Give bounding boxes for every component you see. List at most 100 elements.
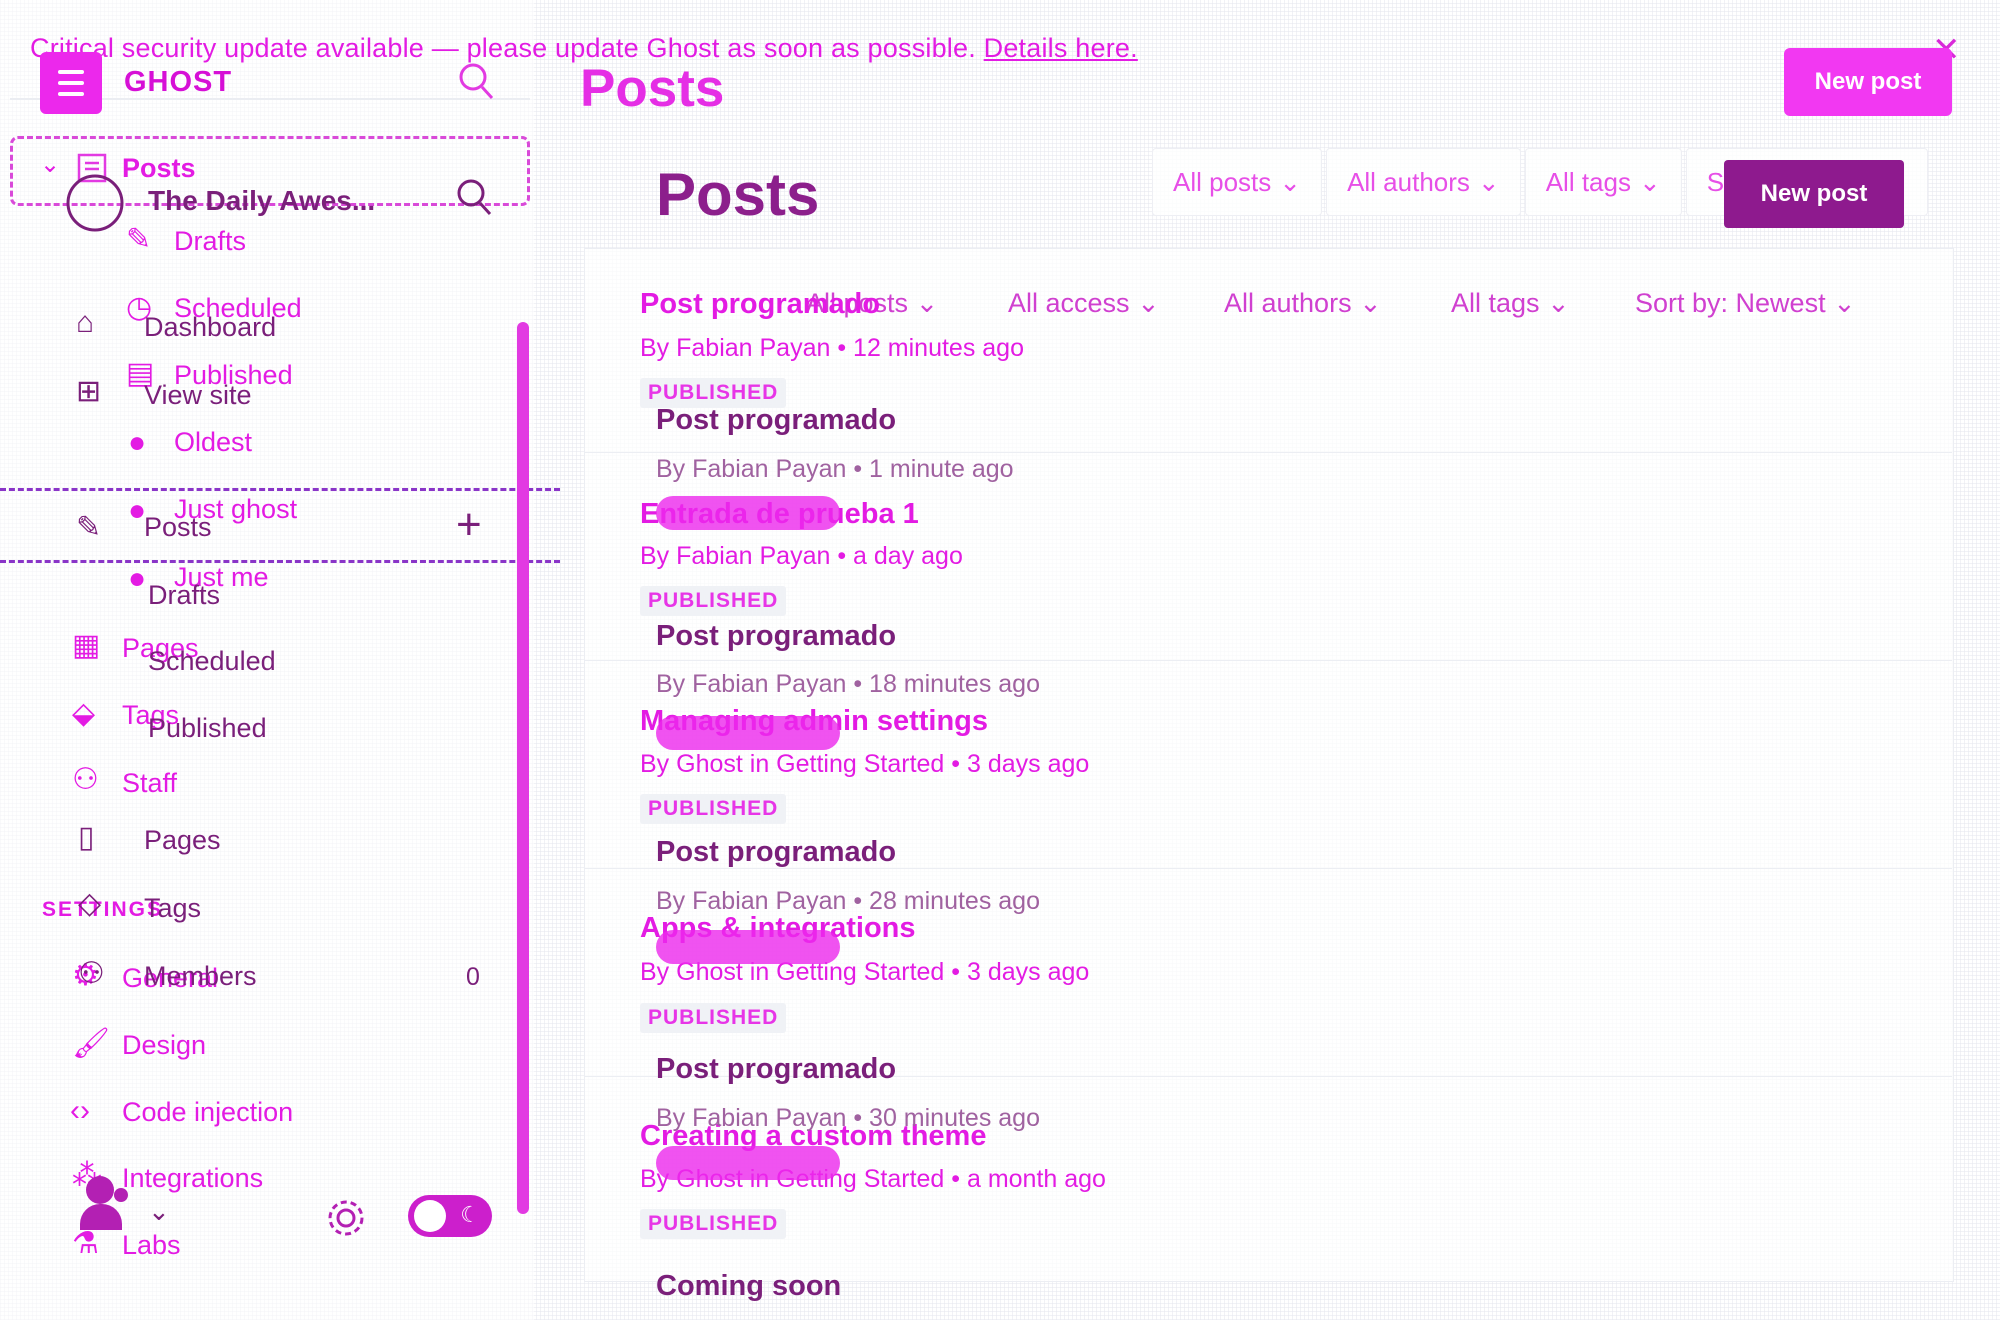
status-badge: PUBLISHED (640, 586, 787, 616)
view-site-icon: ⊞ (76, 375, 102, 408)
chevron-down-icon: ⌄ (1638, 166, 1661, 197)
row-divider (584, 660, 1952, 661)
post-meta-ghost: By Fabian Payan • 12 minutes ago (640, 334, 1024, 362)
site-icon (64, 172, 126, 239)
sidebar-item-pages[interactable]: Pages (144, 825, 221, 856)
gear-icon[interactable] (324, 1196, 368, 1245)
post-meta-ghost: By Ghost in Getting Started • 3 days ago (640, 750, 1090, 778)
labs-icon: ⚗ (72, 1227, 99, 1260)
filter-label: All tags (1545, 166, 1631, 197)
status-pill (656, 716, 840, 750)
sidebar-item-drafts[interactable]: Drafts (148, 580, 220, 611)
post-title[interactable]: Post programado (656, 404, 896, 437)
filter-label: S (1706, 166, 1725, 197)
status-pill (656, 496, 840, 530)
chevron-down-icon: ⌄ (1137, 288, 1160, 318)
sidebar-item-posts[interactable]: Posts (144, 512, 212, 543)
post-title[interactable]: Post programado (656, 620, 896, 653)
dark-mode-toggle[interactable]: ☾ (408, 1195, 492, 1237)
divider (0, 560, 560, 563)
page-title-ghost: Posts (580, 59, 725, 118)
tag-icon: ◇ (78, 887, 102, 920)
chevron-down-icon[interactable]: ⌄ (40, 150, 60, 179)
avatar[interactable] (80, 1176, 128, 1230)
pencil-icon: ✎ (126, 223, 152, 256)
filter-label: All access (1008, 288, 1130, 318)
post-meta: By Fabian Payan • 30 minutes ago (656, 1104, 1040, 1132)
sidebar-item-tags[interactable]: Tags (144, 893, 201, 924)
status-pill (656, 1146, 840, 1180)
brush-icon: 🖌︎ (72, 1027, 111, 1060)
filter-all-tags[interactable]: All tags ⌄ (1451, 288, 1570, 319)
search-icon[interactable] (456, 178, 492, 221)
post-title[interactable]: Coming soon (656, 1270, 841, 1303)
post-meta: By Fabian Payan • 1 minute ago (656, 455, 1014, 483)
filter-label: Sort by: Newest (1635, 288, 1826, 318)
filter-sort[interactable]: Sort by: Newest ⌄ (1635, 288, 1856, 319)
chevron-down-icon: ⌄ (1547, 288, 1570, 318)
dot-icon: ● (128, 562, 147, 595)
chevron-down-icon: ⌄ (915, 288, 939, 318)
page-title: Posts (656, 161, 820, 228)
sidebar-item-members[interactable]: Members (144, 961, 257, 992)
sidebar-item-staff[interactable]: Staff (122, 768, 177, 799)
status-pill (656, 930, 840, 964)
status-badge: PUBLISHED (640, 1003, 787, 1033)
add-post-icon[interactable]: + (456, 500, 482, 550)
post-title[interactable]: Post programado (656, 1053, 896, 1086)
dot-icon: ● (128, 426, 147, 459)
sidebar-item-view-site[interactable]: View site (144, 380, 252, 411)
status-badge: PUBLISHED (640, 1209, 787, 1239)
chevron-down-icon[interactable]: ⌄ (148, 1196, 170, 1227)
sidebar-item-published[interactable]: Published (148, 713, 267, 744)
post-meta-ghost: By Fabian Payan • a day ago (640, 542, 963, 570)
chevron-down-icon: ⌄ (1279, 166, 1302, 197)
post-title[interactable]: Post programado (656, 836, 896, 869)
divider (0, 488, 560, 491)
sidebar-item-scheduled[interactable]: Scheduled (148, 646, 276, 677)
edit-icon: ✎ (76, 511, 102, 544)
pages-icon: ▦ (72, 629, 101, 662)
status-badge: PUBLISHED (640, 794, 787, 824)
new-post-button-ghost[interactable]: New post (1784, 48, 1952, 116)
chevron-down-icon: ⌄ (1833, 288, 1856, 318)
members-icon: ⚇ (78, 957, 105, 990)
filter-label: All tags (1451, 288, 1540, 318)
filter-label: All authors (1347, 166, 1470, 197)
banner-details-link[interactable]: Details here. (984, 33, 1138, 63)
sidebar-item-design[interactable]: Design (122, 1030, 206, 1061)
post-title-ghost[interactable]: Post programado (640, 288, 880, 321)
members-count: 0 (466, 963, 480, 991)
filter-all-authors-top[interactable]: All authors ⌄ (1326, 148, 1521, 216)
filter-all-tags-top[interactable]: All tags ⌄ (1524, 148, 1682, 216)
post-meta: By Fabian Payan • 28 minutes ago (656, 887, 1040, 915)
filter-all-access[interactable]: All access ⌄ (1008, 288, 1160, 319)
search-icon[interactable] (458, 62, 494, 105)
chevron-down-icon: ⌄ (1359, 288, 1382, 318)
sidebar-item-dashboard[interactable]: Dashboard (144, 312, 276, 343)
site-name[interactable]: The Daily Awes... (148, 185, 375, 217)
sidebar-item-posts-ghost[interactable]: Posts (122, 153, 196, 184)
chevron-down-icon: ⌄ (1477, 166, 1500, 197)
brand-logo: GHOST (124, 66, 233, 98)
sidebar-item-integrations[interactable]: Integrations (122, 1163, 263, 1194)
sidebar-item-labs[interactable]: Labs (122, 1230, 181, 1261)
menu-icon[interactable] (40, 52, 102, 114)
home-icon: ⌂ (76, 306, 95, 339)
sidebar-item-oldest[interactable]: Oldest (174, 427, 252, 458)
staff-icon: ⚇ (72, 763, 99, 796)
filter-label: All authors (1224, 288, 1352, 318)
row-divider (584, 452, 1952, 453)
filter-all-posts-top[interactable]: All posts ⌄ (1152, 148, 1323, 216)
banner-text: Critical security update available — ple… (30, 33, 976, 63)
post-meta: By Fabian Payan • 18 minutes ago (656, 670, 1040, 698)
sidebar-scrollbar[interactable] (517, 322, 529, 1214)
sidebar-item-code-injection[interactable]: Code injection (122, 1097, 293, 1128)
page-icon: ▯ (78, 821, 95, 854)
sidebar-item-drafts-ghost[interactable]: Drafts (174, 226, 246, 257)
code-icon: ‹› (70, 1094, 90, 1127)
filter-all-authors[interactable]: All authors ⌄ (1224, 288, 1382, 319)
tag-icon: ⬙ (72, 697, 96, 730)
new-post-button[interactable]: New post (1724, 160, 1904, 228)
filter-label: All posts (1173, 166, 1272, 197)
